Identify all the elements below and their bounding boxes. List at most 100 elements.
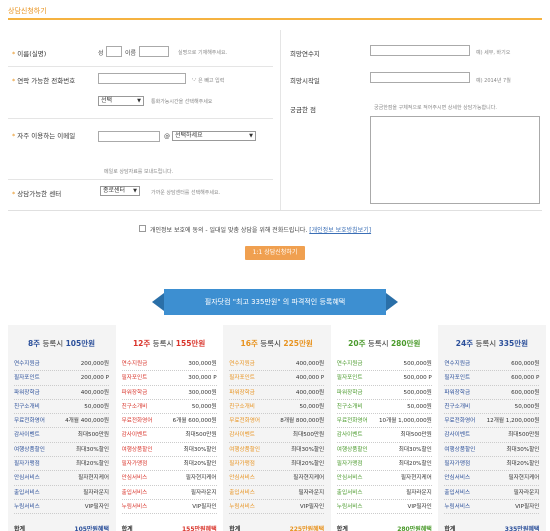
benefit-name: 여행상품할인 <box>336 446 368 453</box>
phone-input[interactable] <box>98 73 186 84</box>
benefit-name: 안심서비스 <box>444 475 471 482</box>
benefit-row: 감사이벤트 최대500만원 <box>336 428 432 443</box>
benefit-name: 필자가맹점 <box>14 461 40 468</box>
benefit-row: 필자포인트 200,000 P <box>14 371 109 386</box>
benefit-name: 무료전화영어 <box>121 418 153 425</box>
form-bottom-divider <box>8 210 542 211</box>
benefit-value: VIP필자인 <box>192 503 217 510</box>
plan-total: 합계 105만원혜택 <box>14 526 109 531</box>
benefit-name: 출입서비스 <box>336 489 363 496</box>
benefit-value: VIP필자인 <box>407 503 432 510</box>
email-hint: 메일로 상담자료를 보내드립니다. <box>104 169 174 175</box>
benefit-name: 필자포인트 <box>229 375 255 382</box>
benefit-name: 파워장학금 <box>14 389 40 396</box>
benefit-name: 여행상품할인 <box>14 446 45 453</box>
benefit-value: 최대30%할인 <box>291 446 325 453</box>
benefit-name: 필자포인트 <box>336 375 363 382</box>
chevron-down-icon: ▼ <box>137 98 141 104</box>
benefit-value: 최대20%할인 <box>398 461 432 468</box>
benefit-name: 감사이벤트 <box>14 432 40 439</box>
chevron-down-icon: ▼ <box>249 133 253 139</box>
benefit-value: 10개월 1,000,000원 <box>378 418 432 425</box>
benefit-name: 파워장학금 <box>336 389 363 396</box>
row-divider <box>8 179 273 180</box>
benefit-row: 필자가맹점 최대20%할인 <box>14 457 109 472</box>
center-select[interactable]: 종로센터 ▼ <box>100 186 140 196</box>
benefit-value: 300,000원 <box>188 361 217 367</box>
submit-consultation-button[interactable]: 1:1 상담신청하기 <box>245 246 305 260</box>
benefit-value: 600,000원 <box>511 361 540 367</box>
benefit-value: 4개월 400,000원 <box>65 418 109 425</box>
plan-benefits-list: 연수지원금 500,000원 필자포인트 500,000 P 파워장학금 500,000원… <box>336 357 432 515</box>
benefit-value: 최대30%할인 <box>75 446 109 453</box>
benefit-value: 최대30%할인 <box>398 446 432 453</box>
benefit-row: 출입서비스 필자라운지 <box>229 486 325 500</box>
plan-column: 8주 등록시 105만원 연수지원금 200,000원 필자포인트 200,000 P 파… <box>8 325 115 531</box>
benefit-name: 감사이벤트 <box>229 432 255 439</box>
email-domain-select[interactable]: 선택하세요 ▼ <box>172 131 256 141</box>
benefit-row: 여행상품할인 최대30%할인 <box>14 443 109 458</box>
benefit-value: 300,000 P <box>188 375 217 382</box>
benefit-name: 필자가맹점 <box>444 461 471 468</box>
benefit-value: 필자라운지 <box>83 489 109 496</box>
plan-title: 16주 등록시 225만원 <box>240 339 313 348</box>
start-date-label: 희망시작일 <box>290 77 320 85</box>
benefit-value: 50,000원 <box>407 403 432 410</box>
benefit-row: 친구소개비 50,000원 <box>121 400 217 415</box>
plan-column: 16주 등록시 225만원연수지원금 400,000원 필자포인트 400,000 P… <box>223 325 330 531</box>
benefit-name: 연수지원금 <box>121 361 148 367</box>
benefit-name: 친구소개비 <box>14 403 40 410</box>
privacy-agree-checkbox[interactable] <box>139 225 146 232</box>
plan-benefits-list: 연수지원금 400,000원 필자포인트 400,000 P 파워장학금 400,000원… <box>229 357 325 515</box>
benefit-name: 여행상품할인 <box>229 446 261 453</box>
benefit-value: 필자현지케어 <box>293 475 325 482</box>
surname-input[interactable] <box>106 46 122 57</box>
benefit-name: 필자가맹점 <box>229 461 255 468</box>
plans-panel: 8주 등록시 105만원 연수지원금 200,000원 필자포인트 200,000 P 파… <box>8 325 546 531</box>
benefit-value: 50,000원 <box>514 403 540 410</box>
benefit-value: 400,000원 <box>295 389 325 396</box>
benefit-name: 누림서비스 <box>336 503 363 510</box>
column-divider <box>280 30 281 210</box>
benefit-value: 600,000원 <box>511 389 540 396</box>
benefit-name: 출입서비스 <box>229 489 255 496</box>
benefit-row: 누림서비스 VIP필자인 <box>444 500 540 515</box>
benefit-row: 필자포인트 500,000 P <box>336 371 432 386</box>
benefit-name: 친구소개비 <box>336 403 363 410</box>
benefit-row: 친구소개비 50,000원 <box>444 400 540 415</box>
question-textarea[interactable] <box>370 116 540 204</box>
benefit-value: VIP필자인 <box>84 503 109 510</box>
plan-title: 20주 등록시 280만원 <box>348 339 421 348</box>
benefit-row: 연수지원금 300,000원 <box>121 357 217 372</box>
benefit-row: 무료전화영어 12개월 1,200,000원 <box>444 414 540 429</box>
name-hint: 실명으로 기재해주세요. <box>178 50 228 56</box>
benefit-value: 8개월 800,000원 <box>280 418 325 425</box>
benefit-row: 안심서비스 필자현지케어 <box>229 471 325 486</box>
benefit-name: 누림서비스 <box>444 503 471 510</box>
question-hint: 궁금한점을 구체적으로 적어주시면 상세한 상담가능합니다. <box>374 105 497 111</box>
benefit-name: 무료전화영어 <box>14 418 45 425</box>
benefit-row: 필자포인트 400,000 P <box>229 371 325 386</box>
benefit-name: 무료전화영어 <box>336 418 368 425</box>
consultation-page: 상담신청하기 * 이름(실명) 성 이름 실명으로 기재해주세요. * 연락 가능한… <box>0 0 550 531</box>
benefit-name: 무료전화영어 <box>444 418 476 425</box>
givenname-input[interactable] <box>139 46 169 57</box>
benefit-name: 출입서비스 <box>14 489 40 496</box>
benefit-value: 400,000원 <box>295 361 325 367</box>
start-date-input[interactable] <box>370 72 470 83</box>
plan-total: 합계 280만원혜택 <box>336 526 432 531</box>
benefit-name: 누림서비스 <box>14 503 40 510</box>
benefit-value: 12개월 1,200,000원 <box>486 418 540 425</box>
benefit-value: 최대500만원 <box>185 432 217 439</box>
benefit-value: 200,000원 <box>80 361 109 367</box>
destination-input[interactable] <box>370 45 470 56</box>
plan-title: 12주 등록시 155만원 <box>132 339 206 348</box>
privacy-policy-link[interactable]: [개인정보 보호방침보기] <box>309 227 371 234</box>
email-id-input[interactable] <box>98 131 160 142</box>
benefit-row: 안심서비스 필자현지케어 <box>444 471 540 486</box>
benefit-value: 최대500만원 <box>508 432 540 439</box>
benefit-name: 출입서비스 <box>121 489 148 496</box>
benefit-row: 연수지원금 400,000원 <box>229 357 325 372</box>
benefit-row: 무료전화영어 10개월 1,000,000원 <box>336 414 432 429</box>
call-time-select[interactable]: 선택 ▼ <box>98 96 144 106</box>
